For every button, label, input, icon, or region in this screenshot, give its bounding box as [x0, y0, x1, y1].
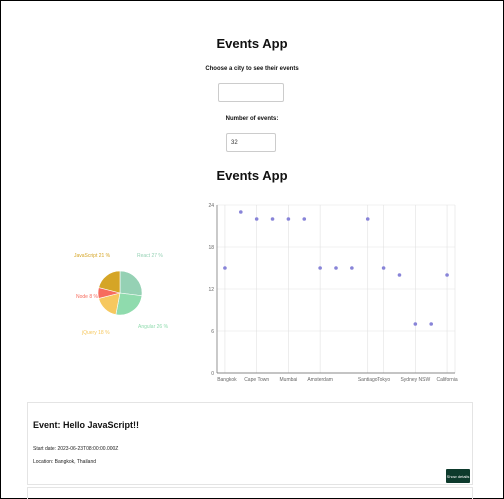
event-title: Event: Hello JavaScript!! — [33, 420, 140, 430]
page-title: Events App — [216, 36, 288, 51]
scatter-point[interactable] — [350, 266, 354, 270]
scatter-point[interactable] — [302, 217, 307, 221]
genre-pie-chart: React 27 % Angular 26 % jQuery 18 % Node 8 … — [74, 253, 169, 336]
y-tick-label: 0 — [211, 371, 214, 377]
event-start-date: Start date: 2023-06-23T08:00:00.000Z — [33, 446, 119, 452]
chart-heading: Events App — [216, 168, 288, 183]
x-tick-label: Cape Town — [244, 377, 269, 383]
pie-slice-label: Angular 26 % — [138, 324, 169, 330]
scatter-point[interactable] — [381, 266, 386, 270]
scatter-point[interactable] — [286, 217, 291, 221]
x-tick-label: California — [437, 377, 458, 383]
y-tick-label: 12 — [208, 287, 214, 293]
scatter-point[interactable] — [365, 217, 370, 221]
scatter-point[interactable] — [239, 210, 243, 214]
events-scatter-chart: 0 6 12 18 24 Bangkok Cape Town Mumbai Amsterdam S… — [208, 203, 458, 383]
pie-slice-label: JavaScript 21 % — [74, 253, 111, 259]
y-tick-label: 24 — [208, 203, 214, 209]
scatter-point[interactable] — [413, 322, 418, 326]
x-tick-label: Santiago — [358, 377, 378, 383]
scatter-point[interactable] — [318, 266, 322, 270]
pie-slice-label: React 27 % — [137, 253, 163, 259]
x-tick-label: Mumbai — [280, 377, 298, 383]
x-tick-label: Bangkok — [217, 377, 237, 383]
pie-slice-label: jQuery 18 % — [81, 330, 110, 336]
pie-slice-label: Node 8 % — [76, 294, 99, 300]
y-tick-label: 18 — [208, 245, 214, 251]
number-label: Number of events: — [225, 116, 279, 122]
event-card: Event: Hello JavaScript!! Start date: 20… — [27, 402, 473, 485]
scatter-point[interactable] — [397, 273, 402, 277]
city-label: Choose a city to see their events — [205, 66, 299, 72]
scatter-point[interactable] — [270, 217, 275, 221]
scatter-point[interactable] — [223, 266, 227, 270]
x-tick-label: Amsterdam — [307, 377, 333, 383]
scatter-point[interactable] — [445, 273, 449, 277]
number-of-events-input[interactable]: 32 — [226, 133, 276, 152]
show-details-button[interactable]: Show details — [446, 469, 470, 483]
x-tick-label: Sydney NSW — [400, 377, 430, 383]
pie-slice — [119, 270, 143, 297]
scatter-point[interactable] — [254, 217, 259, 221]
y-tick-label: 6 — [211, 329, 214, 335]
city-search-input[interactable] — [218, 83, 284, 102]
event-location: Location: Bangkok, Thailand — [33, 459, 97, 465]
pie-slice — [115, 292, 143, 316]
scatter-point[interactable] — [429, 322, 433, 326]
next-event-card — [27, 487, 473, 499]
scatter-point[interactable] — [334, 266, 338, 270]
x-tick-label: Tokyo — [377, 377, 390, 383]
